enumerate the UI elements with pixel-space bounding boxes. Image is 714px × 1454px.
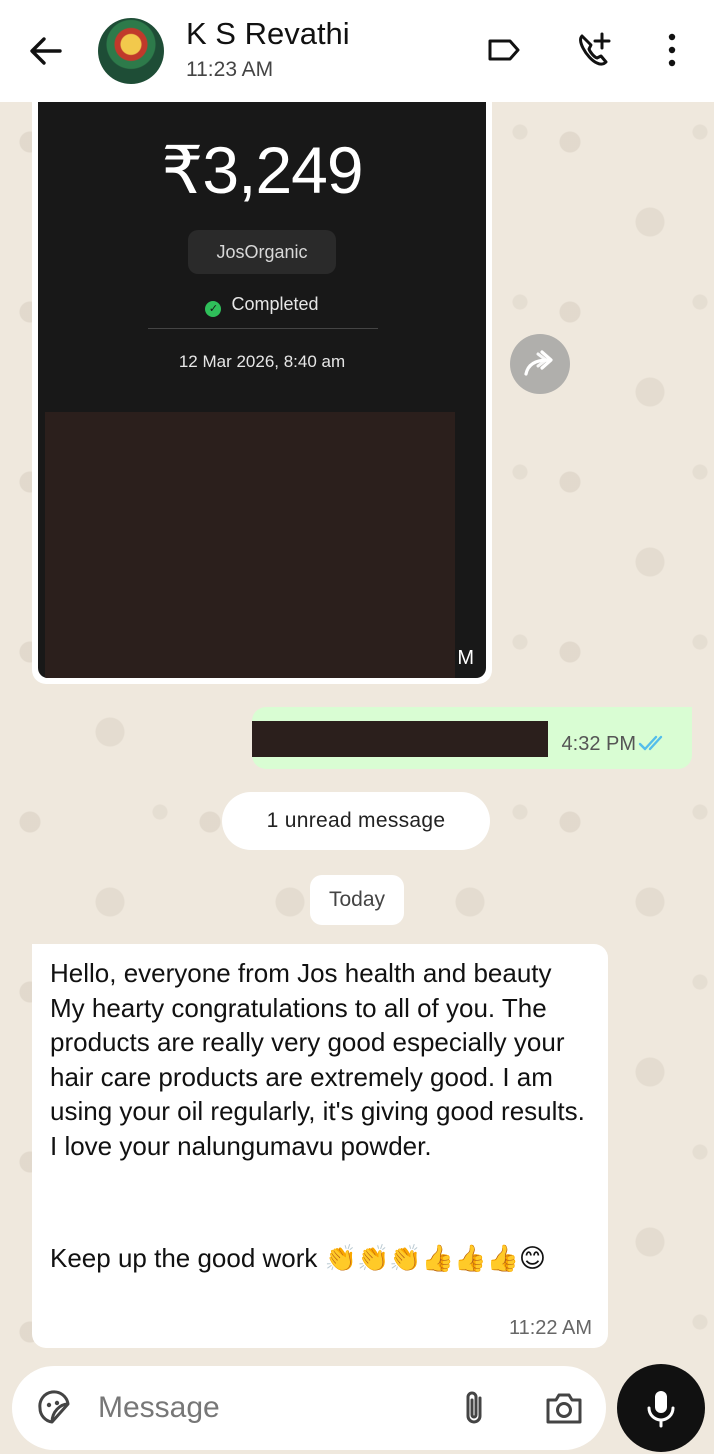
read-ticks-icon <box>638 733 668 753</box>
image-message-bubble[interactable]: ₹3,249 JosOrganic ✓ Completed 12 Mar 2026… <box>32 102 492 684</box>
payment-datetime: 12 Mar 2026, 8:40 am <box>178 352 346 371</box>
chat-header: K S Revathi 11:23 AM <box>0 0 714 102</box>
payment-amount: ₹3,249 <box>161 133 363 207</box>
message-input[interactable] <box>98 1388 438 1428</box>
message-composer <box>12 1366 606 1450</box>
add-call-icon[interactable] <box>574 30 614 70</box>
contact-avatar[interactable] <box>98 18 164 84</box>
date-divider: Today <box>310 875 404 925</box>
incoming-message-bubble[interactable]: Hello, everyone from Jos health and beau… <box>32 944 608 1348</box>
image-time-fragment: M <box>457 647 474 669</box>
contact-name[interactable]: K S Revathi <box>186 16 350 52</box>
redacted-text <box>252 721 548 757</box>
outgoing-message-bubble[interactable]: 4:32 PM <box>252 707 692 769</box>
mic-icon <box>647 1391 675 1428</box>
payment-screenshot[interactable]: ₹3,249 JosOrganic ✓ Completed 12 Mar 2026… <box>38 102 486 678</box>
message-text: Hello, everyone from Jos health and beau… <box>50 958 585 1161</box>
sticker-icon[interactable] <box>34 1388 74 1428</box>
more-vert-icon[interactable] <box>652 30 692 70</box>
attach-icon[interactable] <box>456 1388 492 1428</box>
message-text-line: Keep up the good work 👏👏👏👍👍👍😊 <box>50 1243 546 1273</box>
status-label: Completed <box>231 294 319 314</box>
unread-messages-pill: 1 unread message <box>222 792 490 850</box>
payment-status: ✓ Completed <box>38 294 486 317</box>
label-icon[interactable] <box>484 30 524 70</box>
redacted-region <box>45 412 455 678</box>
check-circle-icon: ✓ <box>205 301 222 317</box>
camera-icon[interactable] <box>544 1388 584 1428</box>
message-time: 4:32 PM <box>561 733 636 755</box>
mic-button[interactable] <box>617 1364 705 1452</box>
merchant-chip: JosOrganic <box>188 230 336 274</box>
last-seen-status: 11:23 AM <box>186 58 274 81</box>
message-time: 11:22 AM <box>508 1317 592 1339</box>
back-arrow-icon[interactable] <box>26 33 66 69</box>
divider <box>148 328 378 329</box>
forward-button[interactable] <box>510 334 570 394</box>
